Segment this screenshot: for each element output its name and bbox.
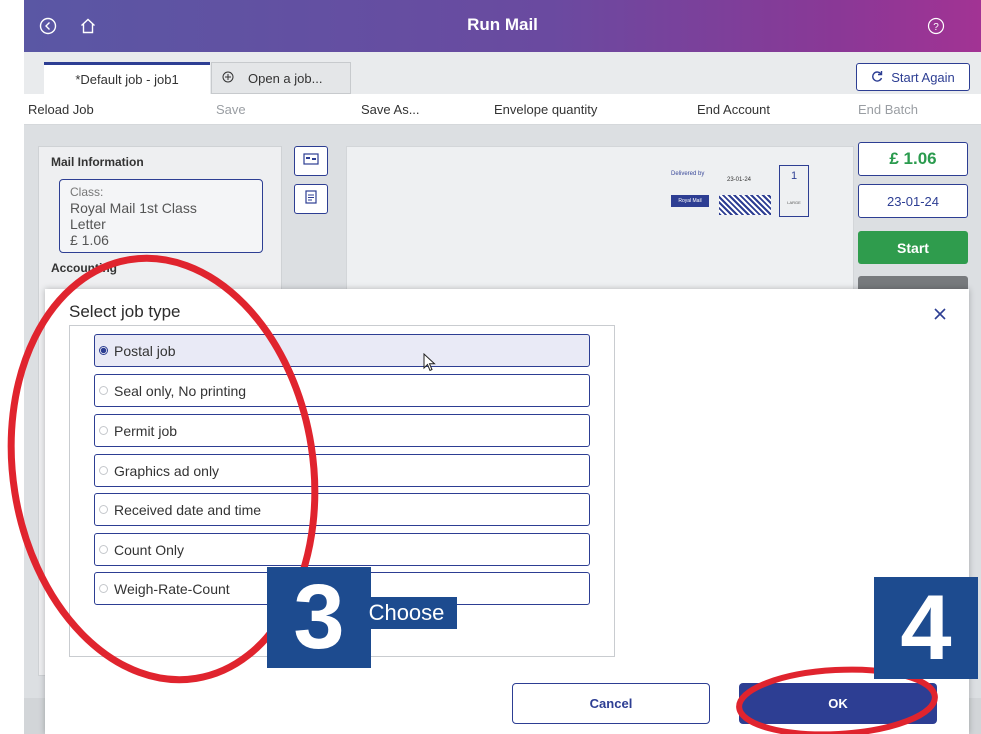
secondary-button[interactable] <box>858 276 968 290</box>
svg-text:?: ? <box>933 22 939 33</box>
document-icon <box>305 189 317 209</box>
tab-bar: *Default job - job1 Open a job... <box>24 52 981 94</box>
accounting-title: Accounting <box>51 261 117 275</box>
class-label: Class: <box>70 185 104 199</box>
step-4-badge: 4 <box>874 577 978 679</box>
envelope-icon <box>303 152 319 170</box>
help-icon[interactable]: ? <box>924 14 948 38</box>
envelope-view-button[interactable] <box>294 146 328 176</box>
option-label: Weigh-Rate-Count <box>114 580 230 597</box>
radio-empty-icon <box>99 386 108 395</box>
postage-price: £ 1.06 <box>858 142 968 176</box>
tab-open-job-label: Open a job... <box>248 70 323 86</box>
option-label: Count Only <box>114 541 185 558</box>
ok-button[interactable]: OK <box>739 683 937 724</box>
radio-empty-icon <box>99 584 108 593</box>
close-icon[interactable] <box>929 303 951 325</box>
cancel-button[interactable]: Cancel <box>512 683 710 724</box>
option-permit-job[interactable]: Permit job <box>94 414 590 447</box>
radio-empty-icon <box>99 466 108 475</box>
title-bar: Run Mail ? <box>24 0 981 52</box>
option-graphics-ad-only[interactable]: Graphics ad only <box>94 454 590 487</box>
class-format: Letter <box>70 216 106 232</box>
class-number: 1 <box>790 170 798 182</box>
option-label: Postal job <box>114 342 176 359</box>
option-label: Permit job <box>114 422 178 439</box>
end-account-button[interactable]: End Account <box>697 102 770 117</box>
option-label: Graphics ad only <box>114 462 220 479</box>
preview-tools <box>294 146 336 230</box>
step-3-caption: Choose <box>356 597 457 629</box>
start-again-label: Start Again <box>891 69 955 85</box>
radio-empty-icon <box>99 545 108 554</box>
start-again-button[interactable]: Start Again <box>856 63 970 91</box>
royal-mail-logo: Royal Mail <box>671 195 709 207</box>
tab-default-job[interactable]: *Default job - job1 <box>44 62 210 94</box>
class-price: £ 1.06 <box>70 232 109 248</box>
mouse-cursor-icon <box>423 352 437 373</box>
save-button[interactable]: Save <box>216 102 246 117</box>
window-title: Run Mail <box>467 15 538 34</box>
job-toolbar: Reload Job Save Save As... Envelope quan… <box>24 94 981 125</box>
envelope-quantity-button[interactable]: Envelope quantity <box>494 102 597 117</box>
start-button[interactable]: Start <box>858 231 968 264</box>
option-label: Received date and time <box>114 501 262 518</box>
dialog-title: Select job type <box>69 302 181 321</box>
class-sub: LARGE <box>787 200 801 205</box>
mail-information-title: Mail Information <box>51 155 144 169</box>
select-job-type-dialog: Select job type Postal job Seal only, No… <box>45 289 969 734</box>
mail-class-selector[interactable]: Class: Royal Mail 1st Class Letter £ 1.0… <box>59 179 263 253</box>
option-postal-job[interactable]: Postal job <box>94 334 590 367</box>
radio-selected-icon <box>99 346 108 355</box>
class-service: Royal Mail 1st Class <box>70 200 197 216</box>
indicium-barcode <box>719 195 771 215</box>
print-date-button[interactable]: 23-01-24 <box>858 184 968 218</box>
delivered-by-text: Delivered by <box>671 171 705 177</box>
document-view-button[interactable] <box>294 184 328 214</box>
end-batch-button[interactable]: End Batch <box>858 102 918 117</box>
plus-circle-icon <box>222 71 234 86</box>
class-box: 1 LARGE <box>779 165 809 217</box>
save-as-button[interactable]: Save As... <box>361 102 420 117</box>
radio-empty-icon <box>99 505 108 514</box>
option-seal-only[interactable]: Seal only, No printing <box>94 374 590 407</box>
refresh-icon <box>871 70 883 85</box>
indicium-date: 23-01-24 <box>727 177 752 183</box>
royal-mail-indicium: Delivered by Royal Mail 23-01-24 1 LARGE <box>671 165 811 221</box>
option-count-only[interactable]: Count Only <box>94 533 590 566</box>
radio-empty-icon <box>99 426 108 435</box>
option-label: Seal only, No printing <box>114 382 247 399</box>
option-received-date-time[interactable]: Received date and time <box>94 493 590 526</box>
tab-open-job[interactable]: Open a job... <box>211 62 351 94</box>
reload-job-button[interactable]: Reload Job <box>28 102 94 117</box>
tab-default-job-label: *Default job - job1 <box>75 72 179 87</box>
